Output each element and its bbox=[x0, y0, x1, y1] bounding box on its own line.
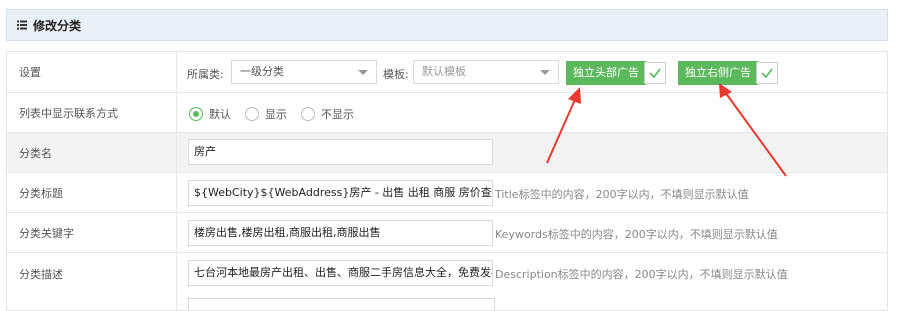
head-ad-toggle[interactable] bbox=[644, 62, 666, 84]
template-select[interactable]: 默认模板 bbox=[413, 60, 559, 84]
description-row: 分类描述 七台河本地最房产出租、出售、商服二手房信息大全，免费发布者 Descr… bbox=[7, 253, 887, 310]
title-field: ${WebCity}${WebAddress}房产 - 出售 出租 商服 房价查… bbox=[177, 173, 887, 212]
description-field: 七台河本地最房产出租、出售、商服二手房信息大全，免费发布者 Descriptio… bbox=[177, 253, 887, 310]
check-icon bbox=[761, 68, 773, 79]
description-label: 分类描述 bbox=[7, 253, 177, 310]
side-ad-button[interactable]: 独立右侧广告 bbox=[678, 61, 758, 85]
keywords-label: 分类关键字 bbox=[7, 213, 177, 252]
title-hint: Title标签中的内容，200字以内，不填则显示默认值 bbox=[495, 188, 749, 201]
radio-hide-label: 不显示 bbox=[321, 108, 354, 121]
contact-label: 列表中显示联系方式 bbox=[7, 93, 177, 132]
chevron-down-icon bbox=[358, 70, 368, 75]
title-row: 分类标题 ${WebCity}${WebAddress}房产 - 出售 出租 商… bbox=[7, 173, 887, 213]
description-input[interactable]: 七台河本地最房产出租、出售、商服二手房信息大全，免费发布者 bbox=[188, 260, 493, 286]
name-input[interactable]: 房产 bbox=[188, 139, 493, 165]
name-field: 房产 bbox=[177, 133, 887, 172]
keywords-input[interactable]: 楼房出售,楼房出租,商服出租,商服出售 bbox=[188, 220, 493, 246]
settings-row: 设置 所属类: 一级分类 模板: 默认模板 独立头部广告 独立右侧广告 bbox=[7, 52, 887, 93]
radio-hide[interactable] bbox=[301, 107, 315, 121]
chevron-down-icon bbox=[540, 70, 550, 75]
radio-show-label: 显示 bbox=[265, 108, 287, 121]
keywords-hint: Keywords标签中的内容，200字以内，不填则显示默认值 bbox=[495, 228, 778, 241]
name-label: 分类名 bbox=[7, 133, 177, 172]
check-icon bbox=[649, 68, 661, 79]
name-row: 分类名 房产 bbox=[7, 133, 887, 173]
keywords-row: 分类关键字 楼房出售,楼房出租,商服出租,商服出售 Keywords标签中的内容… bbox=[7, 213, 887, 253]
keywords-field: 楼房出售,楼房出租,商服出租,商服出售 Keywords标签中的内容，200字以… bbox=[177, 213, 887, 252]
category-select-value: 一级分类 bbox=[240, 65, 284, 78]
side-ad-toggle[interactable] bbox=[756, 62, 778, 84]
description-textarea-edge[interactable] bbox=[188, 298, 495, 310]
list-icon bbox=[17, 20, 27, 30]
settings-field: 所属类: 一级分类 模板: 默认模板 独立头部广告 独立右侧广告 bbox=[177, 52, 887, 92]
contact-radio-group: 默认 显示 不显示 bbox=[189, 106, 368, 122]
category-form: 设置 所属类: 一级分类 模板: 默认模板 独立头部广告 独立右侧广告 列表中显… bbox=[6, 51, 888, 311]
radio-default-label: 默认 bbox=[209, 108, 231, 121]
category-label: 所属类: bbox=[187, 68, 224, 81]
title-input[interactable]: ${WebCity}${WebAddress}房产 - 出售 出租 商服 房价查… bbox=[188, 180, 493, 206]
contact-row: 列表中显示联系方式 默认 显示 不显示 bbox=[7, 93, 887, 133]
template-label: 模板: bbox=[383, 68, 409, 81]
category-select[interactable]: 一级分类 bbox=[231, 60, 377, 84]
page-title: 修改分类 bbox=[33, 18, 82, 33]
template-select-value: 默认模板 bbox=[422, 65, 466, 78]
radio-default[interactable] bbox=[189, 107, 203, 121]
contact-field: 默认 显示 不显示 bbox=[177, 93, 887, 132]
panel-header: 修改分类 bbox=[6, 9, 888, 41]
title-label: 分类标题 bbox=[7, 173, 177, 212]
radio-show[interactable] bbox=[245, 107, 259, 121]
head-ad-button[interactable]: 独立头部广告 bbox=[566, 61, 646, 85]
settings-label: 设置 bbox=[7, 52, 177, 92]
description-hint: Description标签中的内容，200字以内，不填则显示默认值 bbox=[495, 268, 788, 281]
